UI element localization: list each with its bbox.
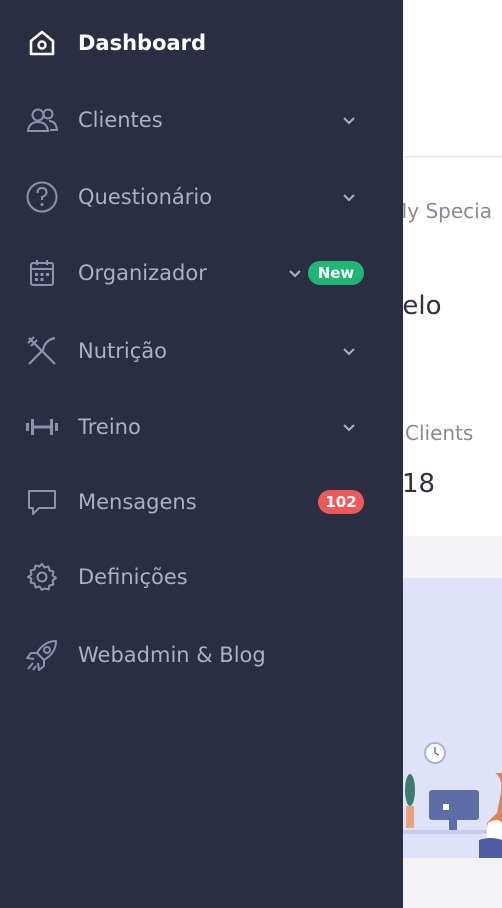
sidebar-item-webadmin-blog[interactable]: Webadmin & Blog xyxy=(0,625,403,685)
chevron-down-icon[interactable] xyxy=(340,342,358,360)
sidebar-item-label: Clientes xyxy=(78,108,163,132)
sidebar-item-nutricao[interactable]: Nutrição xyxy=(0,321,403,381)
sidebar-item-label: Treino xyxy=(78,415,141,439)
chevron-down-icon[interactable] xyxy=(340,418,358,436)
chevron-down-icon[interactable] xyxy=(286,264,304,282)
clients-count: 18 xyxy=(402,469,436,499)
clients-label: Clients xyxy=(405,421,474,445)
sidebar-item-label: Definições xyxy=(78,565,188,589)
message-count-badge: 102 xyxy=(318,490,364,514)
new-badge: New xyxy=(308,261,364,285)
gear-icon xyxy=(24,559,60,595)
sidebar-item-clientes[interactable]: Clientes xyxy=(0,90,403,150)
sidebar: Dashboard Clientes Questionário Organiza… xyxy=(0,0,403,908)
message-icon xyxy=(24,484,60,520)
sidebar-item-label: Dashboard xyxy=(78,31,207,55)
calendar-icon xyxy=(24,255,60,291)
dumbbell-icon xyxy=(24,409,60,445)
utensils-icon xyxy=(24,333,60,369)
sidebar-item-label: Mensagens xyxy=(78,490,197,514)
question-icon xyxy=(24,179,60,215)
sidebar-item-label: Organizador xyxy=(78,261,207,285)
sidebar-item-label: Nutrição xyxy=(78,339,167,363)
sidebar-item-organizador[interactable]: Organizador New xyxy=(0,243,403,303)
sidebar-item-treino[interactable]: Treino xyxy=(0,397,403,457)
illustration-banner xyxy=(403,578,502,858)
sidebar-item-mensagens[interactable]: Mensagens 102 xyxy=(0,472,403,532)
sidebar-item-dashboard[interactable]: Dashboard xyxy=(0,13,403,73)
sidebar-item-questionario[interactable]: Questionário xyxy=(0,167,403,227)
top-header xyxy=(403,0,502,157)
specialty-label: My Specia xyxy=(390,199,492,223)
sidebar-item-label: Questionário xyxy=(78,185,213,209)
sidebar-item-label: Webadmin & Blog xyxy=(78,643,266,667)
users-icon xyxy=(24,102,60,138)
profile-card: My Specia rrelo Clients 18 xyxy=(382,158,502,536)
sidebar-item-definicoes[interactable]: Definições xyxy=(0,547,403,607)
chevron-down-icon[interactable] xyxy=(340,111,358,129)
chevron-down-icon[interactable] xyxy=(340,188,358,206)
footer-strip xyxy=(403,858,502,908)
rocket-icon xyxy=(24,637,60,673)
home-icon xyxy=(24,25,60,61)
